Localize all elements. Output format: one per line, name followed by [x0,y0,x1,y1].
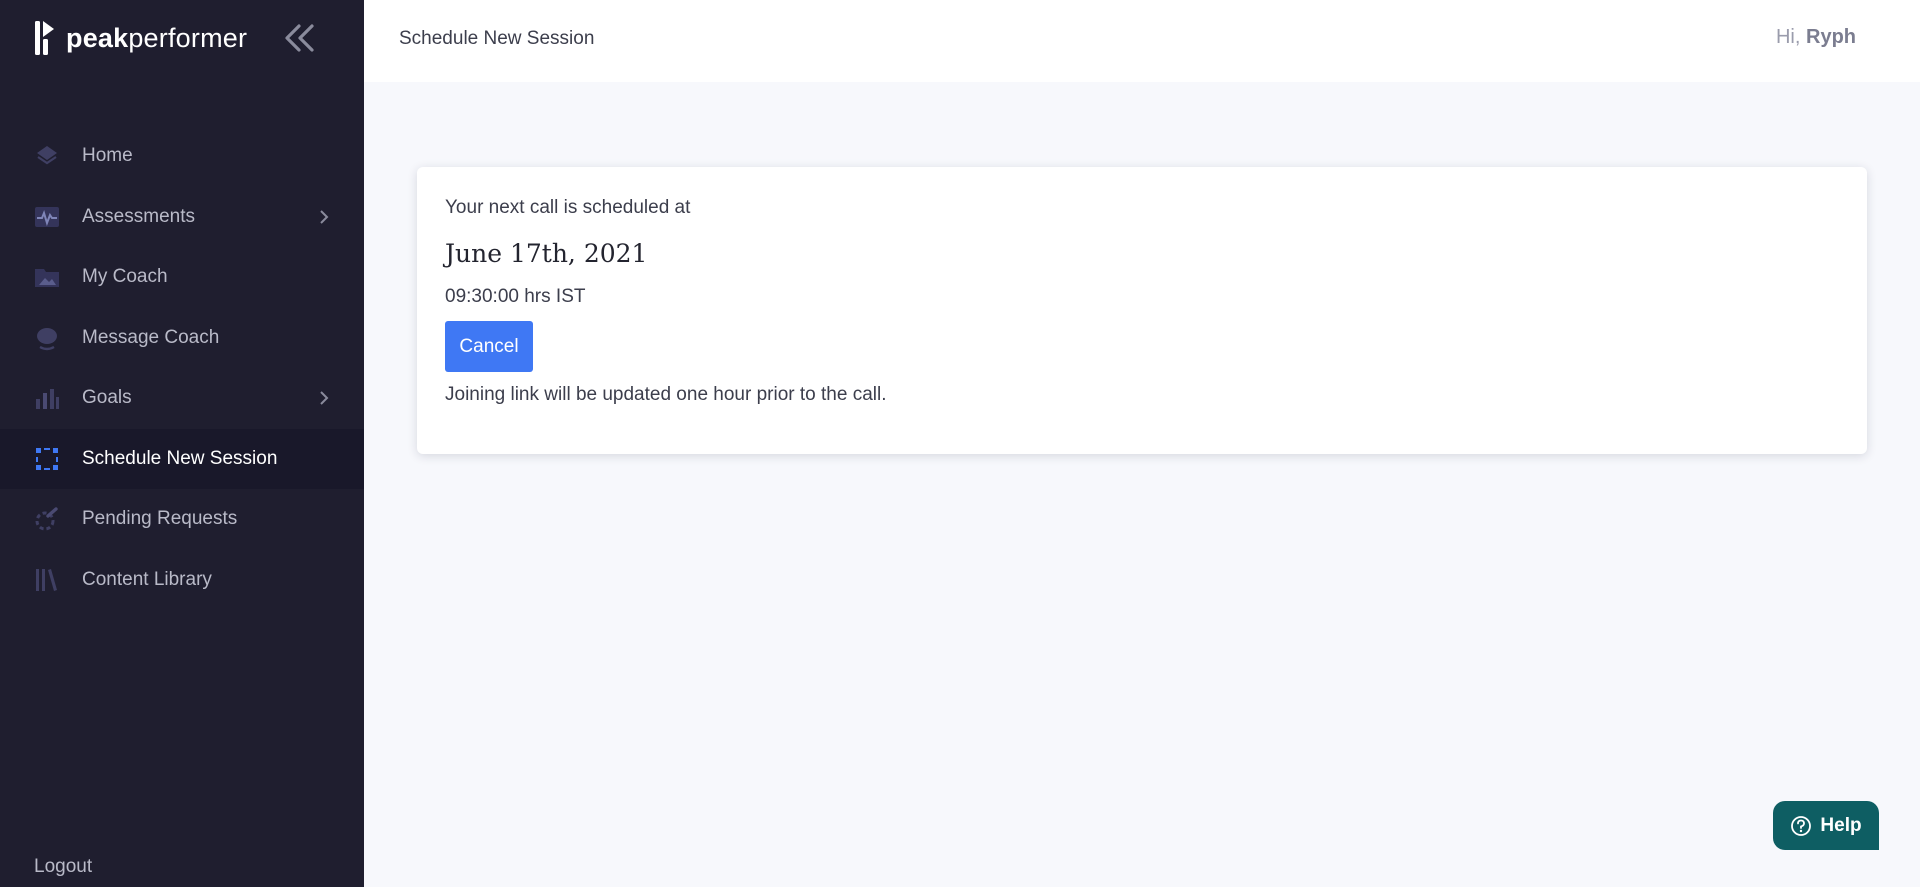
library-icon [36,568,57,591]
help-label: Help [1820,814,1862,836]
sidebar-item-schedule-new-session[interactable]: Schedule New Session [0,428,364,489]
sidebar-item-assessments[interactable]: Assessments [0,187,364,248]
sidebar-item-label: Pending Requests [82,508,238,530]
sidebar-nav: Home Assessments My Coach Message Coach … [0,126,364,610]
sidebar: peakperformer Home Assessments My Coach … [0,0,364,887]
sidebar-item-label: Assessments [82,205,195,227]
sidebar-item-my-coach[interactable]: My Coach [0,247,364,308]
sidebar-item-label: Goals [82,387,132,409]
collapse-sidebar-icon[interactable] [282,22,318,54]
sidebar-item-home[interactable]: Home [0,126,364,187]
cancel-session-button[interactable]: Cancel [445,321,533,372]
brand-name-bold: peak [66,22,129,53]
top-bar: Schedule New Session Hi, Ryph [364,0,1920,82]
schedule-intro-text: Your next call is scheduled at [445,197,691,218]
sidebar-item-label: Message Coach [82,326,220,348]
logout-link[interactable]: Logout [34,856,92,878]
sidebar-item-label: My Coach [82,266,168,288]
brand-name-rest: performer [128,22,248,53]
user-greeting[interactable]: Hi, Ryph [1776,26,1856,49]
joining-link-note: Joining link will be updated one hour pr… [445,384,887,405]
session-time: 09:30:00 hrs IST [445,286,586,307]
sidebar-item-content-library[interactable]: Content Library [0,550,364,611]
user-name: Ryph [1806,26,1856,48]
help-button[interactable]: Help [1773,801,1879,850]
chevron-right-icon [320,210,329,224]
page-title: Schedule New Session [399,28,595,49]
chat-bubble-icon [37,327,57,350]
pulse-icon [35,206,59,227]
session-date: June 17th, 2021 [445,239,648,268]
sidebar-item-goals[interactable]: Goals [0,368,364,429]
brand-name: peakperformer [66,23,247,54]
help-icon [1791,815,1812,836]
schedule-grid-icon [36,447,58,470]
greeting-prefix: Hi, [1775,26,1801,48]
sidebar-item-label: Content Library [82,568,212,590]
brand-logo[interactable]: peakperformer [34,18,247,58]
bar-chart-icon [36,389,59,410]
sidebar-item-label: Home [82,145,133,167]
folder-image-icon [35,269,59,288]
home-icon [37,146,57,165]
sidebar-item-pending-requests[interactable]: Pending Requests [0,489,364,550]
pending-icon [35,507,58,531]
sidebar-item-message-coach[interactable]: Message Coach [0,308,364,369]
sidebar-item-label: Schedule New Session [82,447,278,469]
chevron-right-icon [320,391,329,405]
session-card: Your next call is scheduled at June 17th… [417,167,1867,454]
logo-mark-icon [35,21,54,55]
